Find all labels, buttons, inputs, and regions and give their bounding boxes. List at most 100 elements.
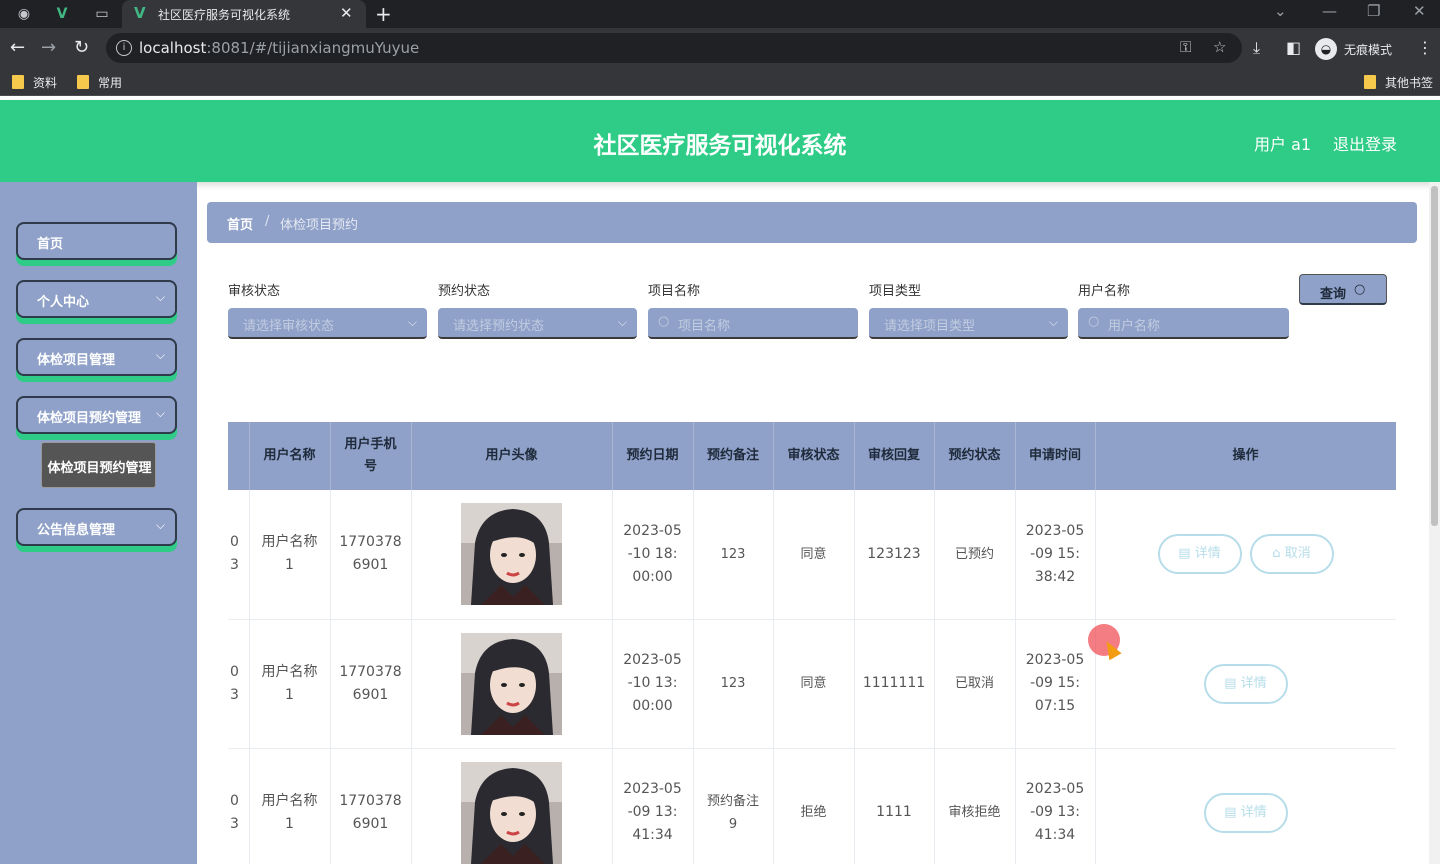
user-name-input[interactable]: ○ 用户名称 [1078, 308, 1289, 339]
chevron-up-icon: ⌵ [155, 406, 165, 420]
reload-icon[interactable]: ↻ [74, 38, 89, 58]
new-tab-icon[interactable]: + [375, 2, 392, 26]
close-tab-icon[interactable]: ✕ [340, 4, 353, 22]
back-icon[interactable]: ← [10, 38, 25, 58]
tab-search-icon[interactable]: ⌄ [1274, 2, 1287, 20]
cell-avatar [411, 619, 613, 749]
sidebar-item-label: 公告信息管理 [37, 523, 116, 538]
sidebar-item-exam-booking[interactable]: 体检项目预约管理 ⌵ [16, 396, 177, 434]
download-icon[interactable]: ⤓ [1253, 38, 1260, 58]
sidepanel-icon[interactable]: ◧ [1286, 38, 1301, 57]
document-icon: ▤ [1178, 546, 1191, 562]
cell-audit-status: 同意 [773, 490, 855, 620]
bookmark-folder-ziliao[interactable]: 资料 [12, 74, 57, 91]
row-actions: ▤ 详情 [1200, 792, 1292, 833]
cell-booking-status: 已预约 [934, 490, 1016, 620]
address-bar: ← → ↻ i localhost:8081/#/tijianxiangmuYu… [0, 28, 1440, 68]
sidebar-item-announcements[interactable]: 公告信息管理 ⌵ [16, 508, 177, 546]
bookmarks-bar: 资料 常用 其他书签 [0, 68, 1440, 96]
breadcrumb: 首页 / 体检项目预约 [207, 202, 1417, 243]
query-button[interactable]: 查询 ○ [1299, 274, 1387, 305]
cell-phone: 1770378 6901 [330, 490, 412, 620]
document-icon: ▤ [1224, 804, 1237, 820]
column-header: 预约日期 [612, 422, 694, 490]
project-name-label: 项目名称 [648, 284, 701, 299]
project-type-select[interactable]: 请选择项目类型 ⌵ [869, 308, 1068, 339]
cell-actions: ▤ 详情 [1095, 619, 1396, 749]
sidebar-item-home[interactable]: 首页 [16, 222, 177, 260]
sidebar-item-personal-center[interactable]: 个人中心 ⌵ [16, 280, 177, 318]
vue-logo-icon: V [134, 4, 146, 22]
bag-icon: ⌂ [1272, 546, 1281, 562]
document-icon: ▤ [1224, 675, 1237, 691]
cell-audit-reply: 1111111 [854, 619, 935, 749]
restore-icon[interactable]: ❐ [1367, 2, 1380, 20]
chevron-down-icon: ⌵ [407, 315, 417, 329]
sidebar-item-exam-projects[interactable]: 体检项目管理 ⌵ [16, 338, 177, 376]
column-header: 操作 [1095, 422, 1396, 490]
folder-icon [12, 75, 24, 89]
key-icon[interactable]: ⚿ [1180, 38, 1191, 56]
logout-button[interactable]: 退出登录 [1333, 131, 1397, 155]
submenu-exam-booking[interactable]: 体检项目预约管理 [41, 442, 156, 488]
browser-tab-active[interactable]: V 社区医疗服务可视化系统 ✕ [122, 0, 366, 28]
incognito-label: 无痕模式 [1344, 43, 1393, 57]
booking-status-select[interactable]: 请选择预约状态 ⌵ [438, 308, 637, 339]
breadcrumb-home[interactable]: 首页 [227, 214, 253, 233]
app-header: 社区医疗服务可视化系统 用户 a1 退出登录 [0, 100, 1440, 182]
input-placeholder: 用户名称 [1108, 319, 1161, 334]
cell-actions: ▤ 详情 ⌂ 取消 [1095, 490, 1396, 620]
omnibox[interactable]: i localhost:8081/#/tijianxiangmuYuyue ⚿ … [106, 33, 1242, 63]
column-header: 用户名称 [249, 422, 331, 490]
row-actions: ▤ 详情 [1200, 663, 1292, 704]
table-row: 0 3 用户名称 1 1770378 6901 2023-05 -10 13: 00:00 12… [228, 619, 1396, 749]
detail-button[interactable]: ▤ 详情 [1157, 534, 1242, 575]
url-text[interactable]: localhost:8081/#/tijianxiangmuYuyue [139, 39, 419, 57]
booking-table: 用户名称 用户手机号 用户头像 预约日期 预约备注 审核状态 审核回复 预约状态… [228, 422, 1396, 864]
user-name-label: 用户名称 [1078, 284, 1131, 299]
vue-tab-icon[interactable]: V [53, 5, 71, 23]
menu-dots-icon[interactable]: ⋮ [1417, 38, 1433, 57]
bookmark-folder-changyong[interactable]: 常用 [77, 74, 122, 91]
select-placeholder: 请选择项目类型 [884, 319, 976, 334]
cancel-button[interactable]: ⌂ 取消 [1249, 534, 1334, 575]
scrollbar-thumb[interactable] [1431, 186, 1438, 526]
audit-status-label: 审核状态 [228, 284, 281, 299]
audit-status-select[interactable]: 请选择审核状态 ⌵ [228, 308, 427, 339]
breadcrumb-separator: / [265, 214, 270, 229]
column-header: 审核回复 [854, 422, 935, 490]
cell-applied-time: 2023-05 -09 15: 38:42 [1015, 490, 1096, 620]
cell-booking-date: 2023-05 -10 18: 00:00 [612, 490, 694, 620]
select-placeholder: 请选择审核状态 [243, 319, 335, 334]
search-icon: ○ [658, 314, 670, 329]
sidebar-item-label: 体检项目预约管理 [37, 411, 142, 426]
cell-phone: 1770378 6901 [330, 619, 412, 749]
bookmark-folder-other[interactable]: 其他书签 [1364, 74, 1433, 91]
cell-note: 123 [693, 490, 774, 620]
incognito-badge[interactable]: ◒ 无痕模式 [1313, 36, 1409, 62]
cell-phone: 1770378 6901 [330, 748, 412, 864]
column-header: 预约备注 [693, 422, 774, 490]
detail-button[interactable]: ▤ 详情 [1203, 663, 1288, 704]
folder-icon [1364, 75, 1376, 89]
globe-icon[interactable]: ◉ [15, 5, 33, 23]
sidebar-item-label: 首页 [37, 237, 64, 252]
site-info-icon[interactable]: i [116, 40, 132, 56]
incognito-icon: ◒ [1315, 38, 1337, 60]
cell-actions: ▤ 详情 [1095, 748, 1396, 864]
browser-tab-bar: ◉ V ▭ V 社区医疗服务可视化系统 ✕ + ⌄ — ❐ ✕ [0, 0, 1440, 28]
detail-button[interactable]: ▤ 详情 [1203, 792, 1288, 833]
close-window-icon[interactable]: ✕ [1413, 2, 1426, 20]
cell-audit-status: 同意 [773, 619, 855, 749]
chevron-down-icon: ⌵ [155, 290, 165, 304]
project-name-input[interactable]: ○ 项目名称 [648, 308, 858, 339]
project-type-label: 项目类型 [869, 284, 922, 299]
bookmark-star-icon[interactable]: ☆ [1213, 38, 1226, 56]
row-actions: ▤ 详情 ⌂ 取消 [1154, 534, 1338, 575]
user-avatar [461, 761, 562, 864]
page-scrollbar[interactable] [1429, 182, 1440, 864]
forward-icon[interactable]: → [41, 38, 56, 58]
column-header-cut [228, 422, 250, 490]
window-icon[interactable]: ▭ [93, 5, 111, 23]
minimize-icon[interactable]: — [1322, 2, 1337, 20]
